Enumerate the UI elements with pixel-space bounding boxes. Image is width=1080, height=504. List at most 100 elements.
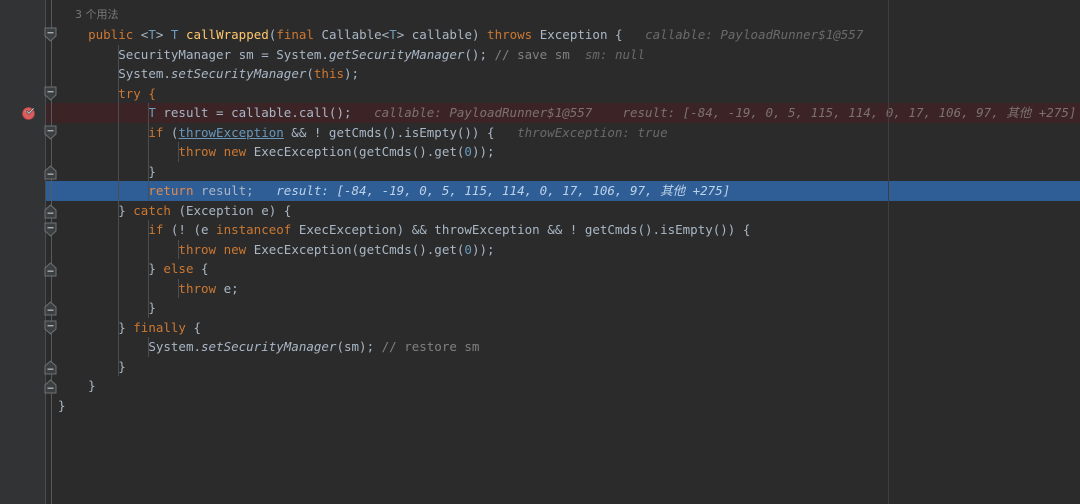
right-margin-guide: [888, 0, 889, 504]
code-token: Callable<: [321, 27, 390, 42]
code-token: // restore sm: [381, 339, 480, 354]
code-token: return: [148, 183, 201, 198]
code-token: && ! getCmds().isEmpty()) {: [283, 124, 495, 140]
inline-debug-value-hint[interactable]: callable: PayloadRunner$1@557: [645, 27, 863, 42]
code-token: getSecurityManager: [328, 46, 465, 62]
code-token: }: [58, 397, 66, 413]
code-editor[interactable]: 3 个用法 68 public <T> T callWrapped(final …: [0, 0, 1080, 504]
fold-expand-icon[interactable]: [44, 125, 57, 140]
inline-debug-value-hint[interactable]: callable: PayloadRunner$1@557: [374, 105, 592, 120]
code-text[interactable]: } else {: [58, 259, 209, 279]
fold-expand-icon[interactable]: [44, 320, 57, 335]
code-text[interactable]: return result; result: [-84, -19, 0, 5, …: [58, 181, 730, 201]
code-line[interactable]: 74 throw new ExecException(getCmds().get…: [0, 142, 1080, 162]
fold-collapse-end-icon[interactable]: [44, 164, 57, 180]
code-token: 0: [464, 144, 472, 159]
code-token: result = callable.call();: [155, 105, 352, 120]
code-line[interactable]: 88: [0, 415, 1080, 435]
fold-collapse-end-icon[interactable]: [44, 301, 57, 316]
code-line[interactable]: 69 SecurityManager sm = System.getSecuri…: [0, 45, 1080, 65]
code-text[interactable]: throw new ExecException(getCmds().get(0)…: [58, 142, 494, 162]
inline-debug-value-hint[interactable]: result: [-84, -19, 0, 5, 115, 114, 0, 17…: [622, 105, 1076, 120]
code-line[interactable]: 83 } finally {: [0, 318, 1080, 338]
fold-collapse-end-icon[interactable]: [44, 379, 57, 394]
code-line[interactable]: 79 throw new ExecException(getCmds().get…: [0, 240, 1080, 260]
code-line[interactable]: 80 } else {: [0, 259, 1080, 279]
code-token: final: [276, 27, 322, 42]
code-token: this: [313, 66, 345, 81]
code-token: ));: [471, 241, 495, 257]
code-text[interactable]: System.setSecurityManager(sm); // restor…: [58, 337, 479, 357]
code-text[interactable]: }: [58, 357, 126, 377]
code-text[interactable]: } catch (Exception e) {: [58, 201, 291, 221]
code-line[interactable]: 70 System.setSecurityManager(this);: [0, 64, 1080, 84]
code-line[interactable]: 73 if (throwException && ! getCmds().isE…: [0, 123, 1080, 143]
code-token: {: [201, 261, 209, 276]
code-text[interactable]: SecurityManager sm = System.getSecurityM…: [58, 45, 645, 65]
code-text[interactable]: if (! (e instanceof ExecException) && th…: [58, 220, 750, 240]
code-token: }: [148, 300, 156, 315]
code-line[interactable]: 84 System.setSecurityManager(sm); // res…: [0, 337, 1080, 357]
indent-guide: [178, 142, 180, 162]
code-token: try {: [118, 85, 156, 101]
fold-collapse-end-icon[interactable]: [44, 262, 57, 277]
code-token: catch: [133, 202, 179, 218]
code-token: finally: [133, 319, 194, 335]
code-token: System.: [118, 66, 171, 81]
editor-gutter[interactable]: [0, 0, 45, 504]
code-line[interactable]: 76 return result; result: [-84, -19, 0, …: [0, 181, 1080, 201]
code-token: setSecurityManager: [170, 66, 307, 81]
inline-debug-value-hint[interactable]: throwException: true: [517, 125, 668, 140]
code-token: }: [88, 378, 96, 393]
code-line[interactable]: 85 }: [0, 357, 1080, 377]
code-text[interactable]: throw new ExecException(getCmds().get(0)…: [58, 240, 495, 260]
code-text[interactable]: }: [58, 376, 96, 396]
code-line[interactable]: 82 }: [0, 298, 1080, 318]
code-text[interactable]: if (throwException && ! getCmds().isEmpt…: [58, 123, 668, 143]
inline-debug-value-hint[interactable]: sm: null: [585, 47, 645, 62]
code-text[interactable]: }: [58, 162, 156, 182]
code-token: 0: [464, 241, 472, 257]
code-text[interactable]: } finally {: [58, 318, 201, 338]
code-token: throwException: [178, 124, 284, 140]
code-token: T: [148, 27, 156, 42]
code-token: new: [223, 144, 254, 159]
code-line[interactable]: 77 } catch (Exception e) {: [0, 201, 1080, 221]
code-token: Exception {: [539, 27, 623, 42]
code-line[interactable]: 81 throw e;: [0, 279, 1080, 299]
code-line[interactable]: 86 }: [0, 376, 1080, 396]
code-token: if: [148, 124, 171, 140]
code-text[interactable]: try {: [58, 84, 156, 104]
fold-collapse-end-icon[interactable]: [44, 359, 57, 375]
code-line[interactable]: 87}: [0, 396, 1080, 416]
code-token: >: [155, 27, 171, 42]
code-line[interactable]: 68 public <T> T callWrapped(final Callab…: [0, 25, 1080, 45]
indent-guide: [148, 220, 150, 318]
breakpoint-verified-icon[interactable]: [21, 105, 37, 121]
fold-expand-icon[interactable]: [44, 222, 57, 237]
code-token: instanceof: [216, 222, 299, 237]
indent-guide: [178, 239, 180, 259]
fold-expand-icon[interactable]: [44, 86, 57, 101]
code-text[interactable]: T result = callable.call(); callable: Pa…: [58, 103, 1076, 123]
code-token: }: [148, 261, 164, 276]
code-text[interactable]: }: [58, 396, 66, 416]
code-token: throw: [178, 241, 224, 257]
inline-debug-value-hint[interactable]: result: [-84, -19, 0, 5, 115, 114, 0, 17…: [276, 183, 730, 198]
code-line[interactable]: 78 if (! (e instanceof ExecException) &&…: [0, 220, 1080, 240]
code-line[interactable]: 75 }: [0, 162, 1080, 182]
indent-guide: [148, 337, 150, 357]
code-token: > callable): [396, 27, 488, 42]
code-text[interactable]: public <T> T callWrapped(final Callable<…: [58, 25, 863, 45]
code-vision-usages-hint[interactable]: 3 个用法: [75, 5, 119, 25]
code-text[interactable]: System.setSecurityManager(this);: [58, 64, 359, 84]
code-token: }: [148, 163, 156, 179]
code-text[interactable]: }: [58, 298, 156, 318]
code-token: System.: [148, 339, 201, 354]
fold-collapse-end-icon[interactable]: [44, 203, 57, 219]
code-token: ExecException) && throwException && ! ge…: [298, 222, 751, 237]
fold-expand-icon[interactable]: [44, 27, 57, 42]
code-line[interactable]: 72 T result = callable.call(); callable:…: [0, 103, 1080, 123]
code-line[interactable]: 71 try {: [0, 84, 1080, 104]
code-token: T: [389, 27, 397, 42]
